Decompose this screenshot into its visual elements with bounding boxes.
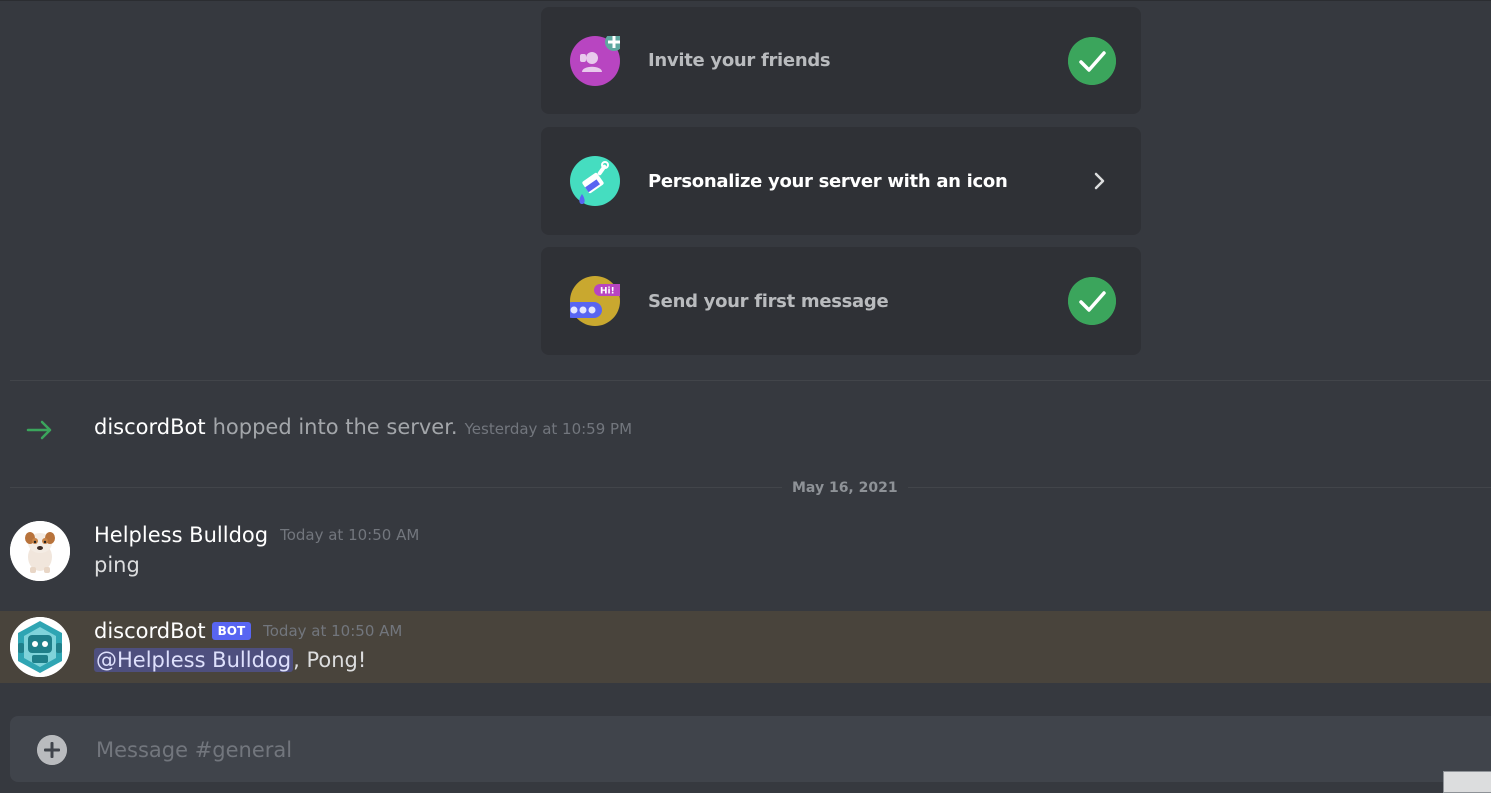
- join-timestamp: Yesterday at 10:59 PM: [464, 420, 633, 438]
- onboarding-card-first-message[interactable]: Hi! Send your first message: [541, 247, 1141, 355]
- onboarding-card-label: Personalize your server with an icon: [648, 170, 1008, 192]
- message-author[interactable]: Helpless Bulldog: [94, 523, 268, 547]
- date-divider-line: [10, 487, 1491, 488]
- divider: [10, 380, 1491, 381]
- invite-friends-icon: [570, 36, 620, 86]
- message-item: Helpless Bulldog Today at 10:50 AM ping: [0, 515, 1491, 601]
- message-item-highlighted: discordBot BOT Today at 10:50 AM @Helple…: [0, 611, 1491, 683]
- message-text: , Pong!: [293, 648, 367, 672]
- join-username[interactable]: discordBot: [94, 415, 206, 439]
- message-content: @Helpless Bulldog, Pong!: [94, 648, 366, 672]
- bot-badge: BOT: [211, 622, 252, 640]
- onboarding-card-personalize[interactable]: Personalize your server with an icon: [541, 127, 1141, 235]
- corner-tab[interactable]: [1443, 771, 1491, 793]
- message-header: discordBot BOT Today at 10:50 AM: [94, 616, 402, 646]
- message-timestamp: Today at 10:50 AM: [263, 622, 403, 640]
- onboarding-card-label: Invite your friends: [648, 50, 831, 71]
- paintbrush-icon: [570, 156, 620, 206]
- bulldog-avatar[interactable]: [10, 521, 70, 581]
- top-border: [0, 0, 1491, 1]
- chevron-right-icon: [1094, 172, 1105, 190]
- join-arrow-icon: [26, 420, 52, 440]
- checkmark-icon: [1068, 37, 1116, 85]
- join-text: hopped into the server.: [212, 415, 458, 439]
- add-attachment-icon[interactable]: [37, 735, 67, 765]
- join-system-message: discordBot hopped into the server. Yeste…: [94, 415, 632, 445]
- message-timestamp: Today at 10:50 AM: [280, 526, 420, 544]
- message-author[interactable]: discordBot: [94, 619, 206, 643]
- chat-bubble-icon: Hi!: [570, 276, 620, 326]
- message-input[interactable]: [94, 716, 1398, 784]
- svg-text:Hi!: Hi!: [600, 287, 615, 297]
- onboarding-card-invite-friends[interactable]: Invite your friends: [541, 7, 1141, 114]
- message-header: Helpless Bulldog Today at 10:50 AM: [94, 520, 419, 550]
- message-composer: [10, 716, 1491, 784]
- message-content: ping: [94, 553, 140, 577]
- checkmark-icon: [1068, 277, 1116, 325]
- onboarding-card-label: Send your first message: [648, 290, 889, 312]
- robot-avatar[interactable]: [10, 617, 70, 677]
- user-mention[interactable]: @Helpless Bulldog: [94, 648, 294, 672]
- date-divider-label: May 16, 2021: [782, 478, 908, 498]
